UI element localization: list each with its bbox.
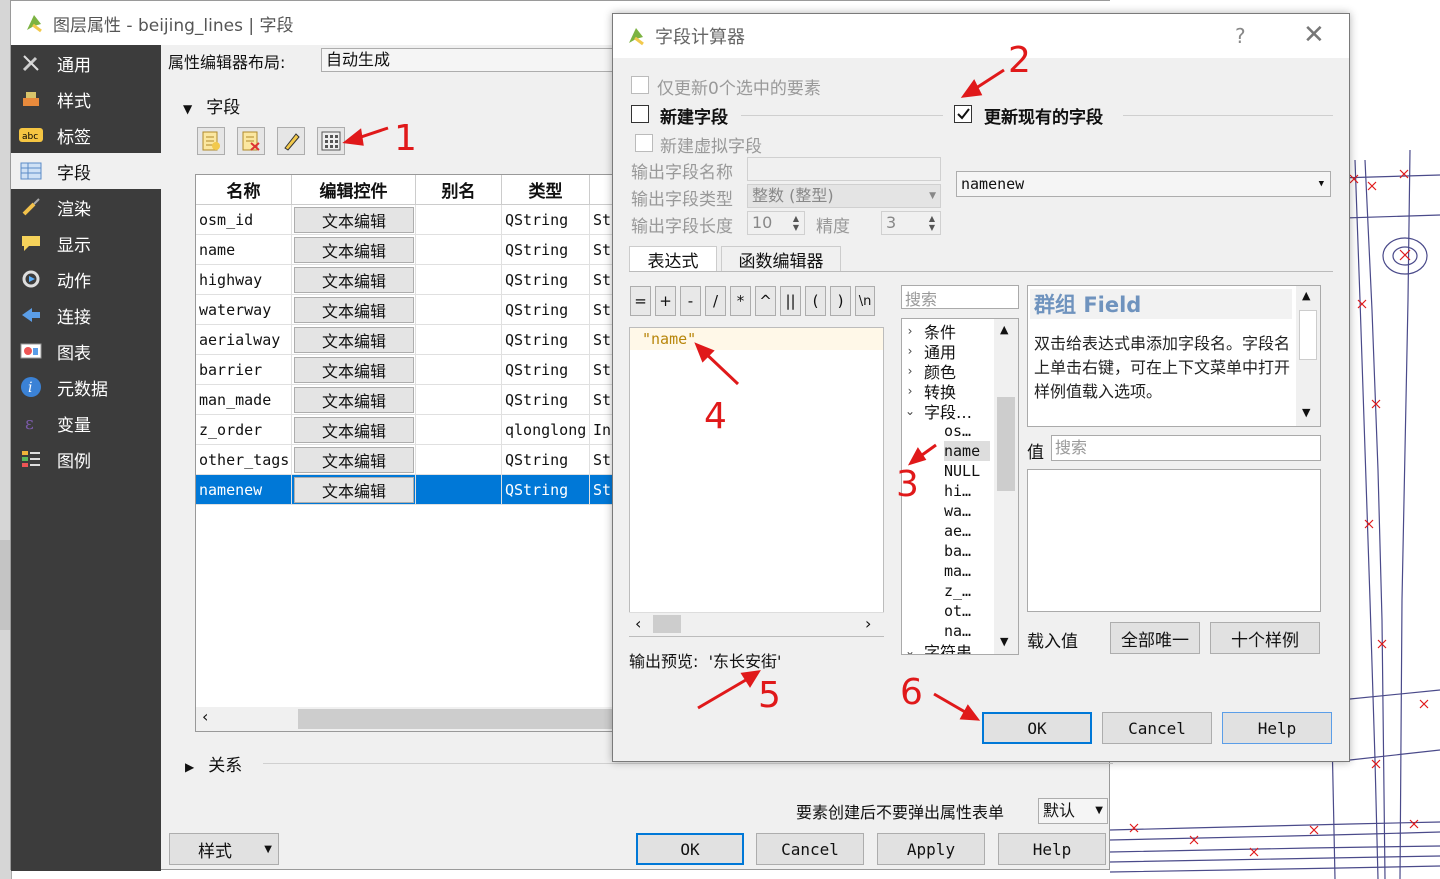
- annotation-number-2: 2: [1008, 40, 1031, 81]
- annotation-number-6: 6: [900, 672, 923, 713]
- annotation-number-1: 1: [394, 118, 417, 159]
- annotation-number-5: 5: [758, 675, 781, 716]
- annotation-number-3: 3: [896, 464, 919, 505]
- annotation-arrows: [342, 68, 1005, 721]
- annotation-number-4: 4: [704, 396, 727, 437]
